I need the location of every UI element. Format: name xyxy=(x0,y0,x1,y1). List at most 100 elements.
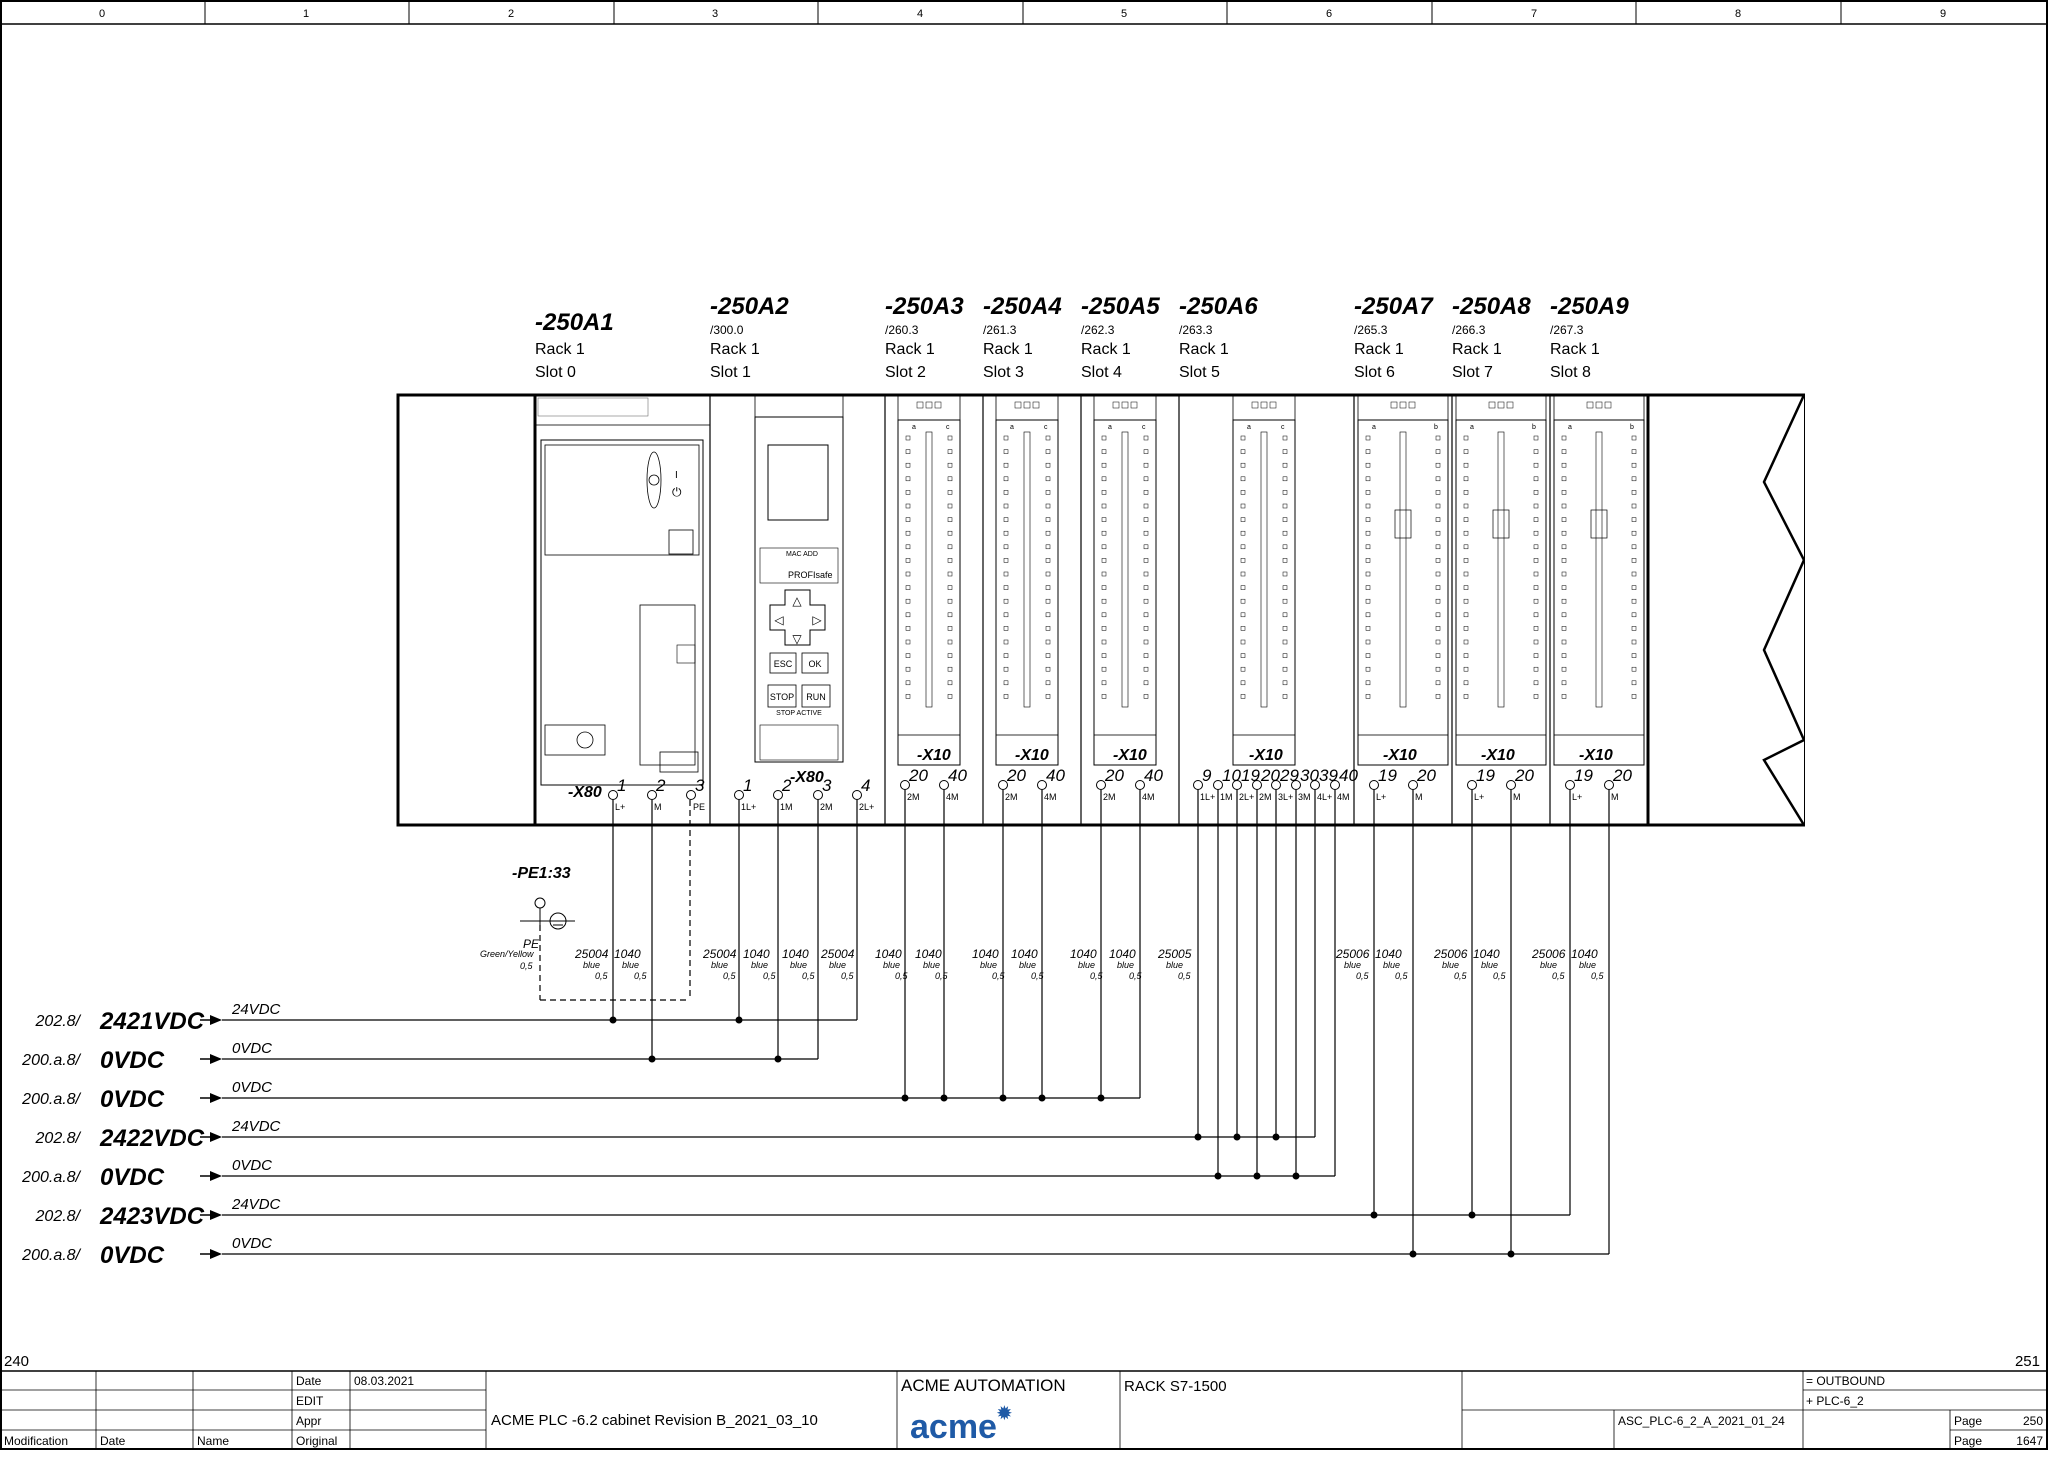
terminal[interactable]: 2 1M xyxy=(773,776,793,812)
arrow-right-icon xyxy=(210,1132,222,1142)
wire-annotation: 1040blue0,5 xyxy=(1070,947,1104,981)
bus-voltage: 0VDC xyxy=(232,1157,272,1174)
bus-line[interactable]: 202.8/2423VDC 24VDC xyxy=(35,1196,281,1230)
tb-date-value: 08.03.2021 xyxy=(354,1374,414,1388)
terminal-signal: M xyxy=(1415,792,1423,802)
up-arrow-icon[interactable]: △ xyxy=(792,594,802,608)
bus-line[interactable]: 202.8/2422VDC 24VDC xyxy=(35,1118,281,1152)
bus-line[interactable]: 200.a.8/0VDC 0VDC xyxy=(21,1040,272,1074)
bus-line[interactable]: 200.a.8/0VDC 0VDC xyxy=(21,1079,272,1113)
terminal[interactable]: 1 1L+ xyxy=(734,776,757,812)
io-module-body[interactable]: ac xyxy=(897,394,961,766)
bus-line[interactable]: 200.a.8/0VDC 0VDC xyxy=(21,1157,272,1191)
terminal-signal: 4M xyxy=(946,792,959,802)
terminal[interactable]: 3 PE xyxy=(686,776,706,812)
junction-dot xyxy=(735,1016,743,1024)
cpu-ok-label: OK xyxy=(808,659,821,669)
terminal-signal: M xyxy=(1513,792,1521,802)
terminal-number: 1 xyxy=(617,776,626,795)
terminal-signal: 2L+ xyxy=(859,802,874,812)
bus-ref: 202.8/ xyxy=(35,1130,82,1147)
power-supply-250A1[interactable]: I ⏻ xyxy=(534,394,711,786)
wire-number: 25004 xyxy=(702,947,737,961)
io-module-body[interactable]: ab xyxy=(1455,394,1547,766)
acme-logo: acme xyxy=(910,1408,997,1446)
cpu-250A2[interactable]: MAC ADD PROFIsafe △ ▽ ◁ ▷ ESC OK STOP RU… xyxy=(754,394,844,763)
module-name: -250A9 xyxy=(1550,293,1629,320)
wire-number: 1040 xyxy=(1109,947,1136,961)
module-ref: /266.3 xyxy=(1452,323,1486,337)
left-arrow-icon[interactable]: ◁ xyxy=(774,613,784,627)
tb-edit: EDIT xyxy=(296,1394,324,1408)
module-header-250A9[interactable]: -250A9 /267.3 Rack 1 Slot 8 xyxy=(1550,293,1629,381)
cpu-nav-cross[interactable]: △ ▽ ◁ ▷ xyxy=(769,589,826,646)
terminal-signal: 2M xyxy=(1103,792,1116,802)
ruler-col-7: 7 xyxy=(1531,8,1537,20)
module-header-250A4[interactable]: -250A4 /261.3 Rack 1 Slot 3 xyxy=(983,293,1062,381)
svg-text:⏻: ⏻ xyxy=(672,485,682,499)
module-header-250A5[interactable]: -250A5 /262.3 Rack 1 Slot 4 xyxy=(1081,293,1160,381)
module-header-250A7[interactable]: -250A7 /265.3 Rack 1 Slot 6 xyxy=(1354,293,1434,381)
terminal[interactable]: 2M xyxy=(647,776,667,812)
junction-dot xyxy=(1214,1172,1222,1180)
bus-voltage: 24VDC xyxy=(231,1118,281,1135)
right-arrow-icon[interactable]: ▷ xyxy=(812,613,822,627)
module-header-250A8[interactable]: -250A8 /266.3 Rack 1 Slot 7 xyxy=(1452,293,1531,381)
module-header-250A3[interactable]: -250A3 /260.3 Rack 1 Slot 2 xyxy=(885,293,964,381)
bus-line[interactable]: 202.8/2421VDC 24VDC xyxy=(35,1001,281,1035)
connector-label-A8: -X10 xyxy=(1481,747,1515,764)
arrow-right-icon xyxy=(210,1171,222,1181)
arrow-right-icon xyxy=(210,1210,222,1220)
module-header-250A2[interactable]: -250A2 /300.0 Rack 1 Slot 1 xyxy=(710,293,789,381)
bus-voltage: 24VDC xyxy=(231,1001,281,1018)
junction-dot xyxy=(1253,1172,1261,1180)
module-rack: Rack 1 xyxy=(1354,341,1404,358)
terminal-signal: L+ xyxy=(1376,792,1386,802)
terminal[interactable]: 1 L+ xyxy=(608,776,627,812)
wire-number: 25006 xyxy=(1433,947,1468,961)
wire-number: 1040 xyxy=(1571,947,1598,961)
pin-column-label: c xyxy=(1044,424,1048,431)
wire-color: blue xyxy=(923,960,940,970)
wire-annotation: 25005blue0,5 xyxy=(1157,947,1192,981)
down-arrow-icon[interactable]: ▽ xyxy=(792,632,802,646)
wire-annotation: 25004blue0,5 xyxy=(820,947,855,981)
terminal-signal: 2M xyxy=(907,792,920,802)
io-module-body[interactable]: ab xyxy=(1553,394,1645,766)
io-module-body[interactable]: ac xyxy=(1232,394,1296,766)
module-ref: /267.3 xyxy=(1550,323,1584,337)
terminal-number: 4 xyxy=(861,776,870,795)
io-module-body[interactable]: ac xyxy=(995,394,1059,766)
module-rack: Rack 1 xyxy=(1179,341,1229,358)
junction-dot xyxy=(1507,1250,1515,1258)
wire-number: 1040 xyxy=(1011,947,1038,961)
terminal-number: 2 xyxy=(655,776,666,795)
terminal-signal: L+ xyxy=(1474,792,1484,802)
module-header-250A1[interactable]: -250A1 Rack 1 Slot 0 xyxy=(535,309,614,381)
bus-voltage: 0VDC xyxy=(232,1235,272,1252)
connector-label-A6: -X10 xyxy=(1249,747,1283,764)
wire-annotation: 25006blue0,5 xyxy=(1433,947,1468,981)
module-ref: /262.3 xyxy=(1081,323,1115,337)
io-module-body[interactable]: ac xyxy=(1093,394,1157,766)
junction-dot xyxy=(648,1055,656,1063)
wire-size: 0,5 xyxy=(1129,971,1143,981)
page-next-ref[interactable]: 251 xyxy=(2015,1353,2040,1370)
schematic-sheet: 0 1 2 3 4 5 6 7 8 9 -250A1 Rack 1 Slot 0… xyxy=(0,0,2048,1450)
terminal[interactable]: 9 1L+ xyxy=(1193,766,1216,802)
module-header-250A6[interactable]: -250A6 /263.3 Rack 1 Slot 5 xyxy=(1179,293,1258,381)
io-module-body[interactable]: ab xyxy=(1357,394,1449,766)
page-prev-ref[interactable]: 240 xyxy=(4,1353,29,1370)
cpu-stop-label: STOP xyxy=(770,692,794,702)
tb-location: + PLC-6_2 xyxy=(1806,1394,1864,1408)
wire-number: 1040 xyxy=(875,947,902,961)
bus-line[interactable]: 200.a.8/0VDC 0VDC xyxy=(21,1235,272,1269)
terminal[interactable]: 4 2L+ xyxy=(852,776,875,812)
junction-dot xyxy=(999,1094,1007,1102)
junction-dot xyxy=(1272,1133,1280,1141)
junction-dot xyxy=(1409,1250,1417,1258)
module-rack: Rack 1 xyxy=(1081,341,1131,358)
tb-pages-value: 1647 xyxy=(2016,1434,2043,1448)
module-ref: /265.3 xyxy=(1354,323,1388,337)
wire-annotation: 25004blue0,5 xyxy=(574,947,609,981)
